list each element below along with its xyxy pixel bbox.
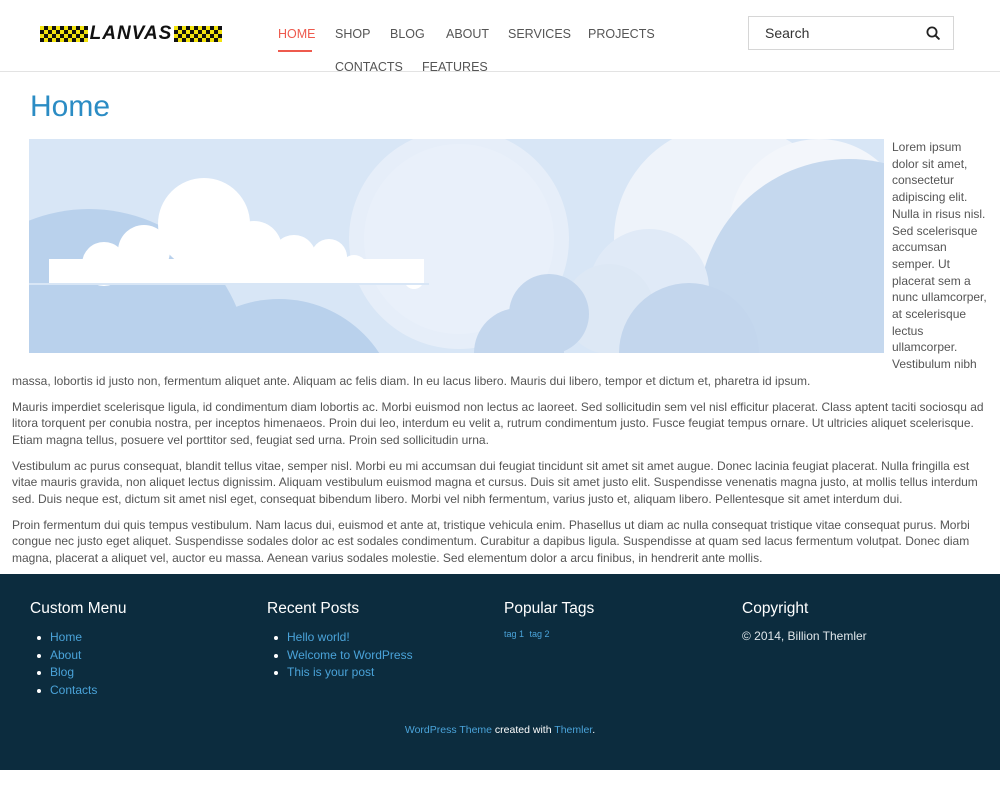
tag-cloud: tag 1 tag 2 (504, 629, 724, 639)
footer-copyright-title: Copyright (742, 600, 809, 617)
page-title: Home (30, 90, 111, 123)
footer-copyright: Copyright © 2014, Billion Themler (742, 600, 962, 643)
logo-checker-right (174, 26, 222, 42)
tag-link[interactable]: tag 2 (530, 629, 550, 639)
recent-post-item: This is your post (267, 664, 487, 682)
footer-menu-item: About (30, 647, 250, 665)
footer-menu-item: Contacts (30, 682, 250, 700)
nav-item-features[interactable]: FEATURES (422, 60, 488, 74)
tag-link[interactable]: tag 1 (504, 629, 524, 639)
recent-post-link[interactable]: Welcome to WordPress (287, 648, 413, 662)
search-icon (926, 26, 940, 40)
footer-menu-item: Home (30, 629, 250, 647)
recent-post-item: Hello world! (267, 629, 487, 647)
footer-link-home[interactable]: Home (50, 630, 82, 644)
footer-custom-menu: Custom Menu Home About Blog Contacts (30, 600, 250, 699)
credits-middle-text: created with (492, 724, 555, 736)
credits-end-text: . (592, 724, 596, 736)
search-button[interactable] (913, 17, 953, 49)
nav-item-projects[interactable]: PROJECTS (588, 27, 655, 41)
footer-recent-posts: Recent Posts Hello world! Welcome to Wor… (267, 600, 487, 682)
site-logo[interactable]: LANVAS (40, 22, 222, 46)
footer-credits: WordPress Theme created with Themler. (0, 724, 1000, 736)
nav-item-contacts[interactable]: CONTACTS (335, 60, 403, 74)
logo-text: LANVAS (89, 23, 173, 44)
footer-link-about[interactable]: About (50, 648, 81, 662)
themler-link[interactable]: Themler (554, 724, 592, 736)
site-header: LANVAS HOME SHOP BLOG ABOUT SERVICES PRO… (0, 0, 1000, 74)
sky-clouds-illustration (29, 139, 884, 353)
recent-post-link[interactable]: Hello world! (287, 630, 350, 644)
nav-item-about[interactable]: ABOUT (446, 27, 489, 41)
nav-item-blog[interactable]: BLOG (390, 27, 425, 41)
wordpress-theme-link[interactable]: WordPress Theme (405, 724, 492, 736)
footer-menu-item: Blog (30, 664, 250, 682)
footer-recent-posts-title: Recent Posts (267, 600, 360, 617)
footer-popular-tags-title: Popular Tags (504, 600, 595, 617)
footer-link-contacts[interactable]: Contacts (50, 683, 97, 697)
nav-active-indicator (278, 50, 312, 52)
site-footer: Custom Menu Home About Blog Contacts Rec… (0, 574, 1000, 770)
paragraph-3: Vestibulum ac purus consequat, blandit t… (12, 458, 978, 507)
logo-checker-left (40, 26, 88, 42)
recent-post-link[interactable]: This is your post (287, 665, 374, 679)
recent-post-item: Welcome to WordPress (267, 647, 487, 665)
nav-item-services[interactable]: SERVICES (508, 27, 571, 41)
search-input[interactable] (749, 17, 914, 49)
paragraph-4: Proin fermentum dui quis tempus vestibul… (12, 517, 970, 566)
footer-custom-menu-title: Custom Menu (30, 600, 127, 617)
search-box (748, 16, 954, 50)
paragraph-2: Mauris imperdiet scelerisque ligula, id … (12, 399, 984, 447)
nav-item-home[interactable]: HOME (278, 27, 316, 41)
footer-link-blog[interactable]: Blog (50, 665, 74, 679)
nav-item-shop[interactable]: SHOP (335, 27, 370, 41)
post-content: Lorem ipsum dolor sit amet, consectetur … (12, 139, 988, 576)
footer-popular-tags: Popular Tags tag 1 tag 2 (504, 600, 724, 639)
hero-image (29, 139, 884, 353)
copyright-text: © 2014, Billion Themler (742, 629, 867, 643)
